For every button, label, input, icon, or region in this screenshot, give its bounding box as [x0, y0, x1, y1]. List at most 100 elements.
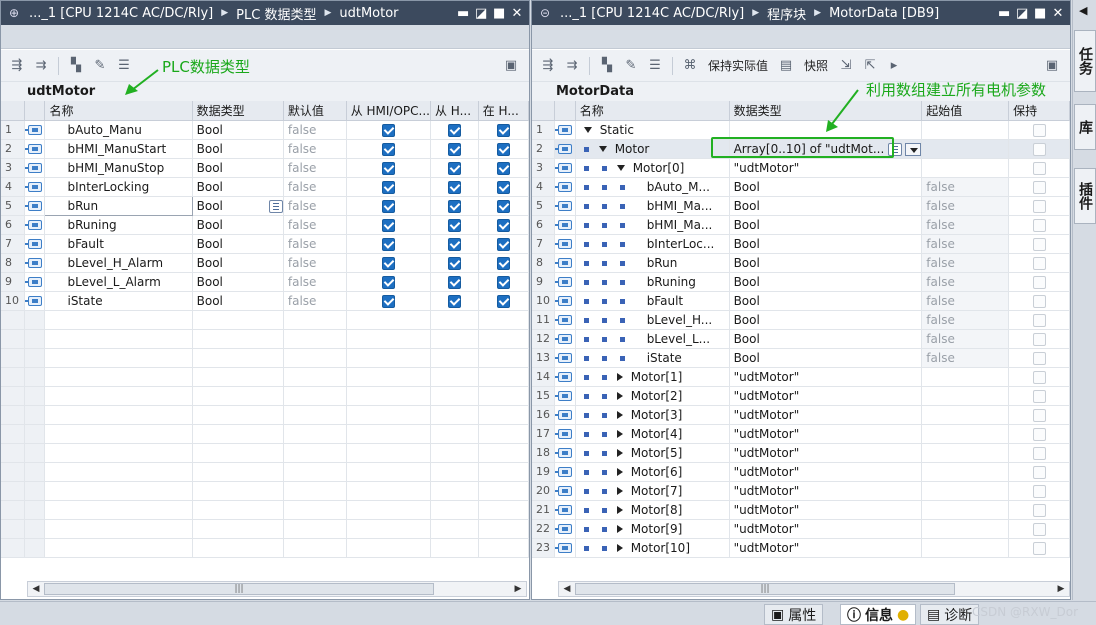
member-name-cell[interactable]: bFault — [575, 291, 730, 311]
table-row[interactable]: 3 bHMI_ManuStop Bool false — [1, 158, 529, 178]
table-row[interactable]: 8 bRun Bool false — [532, 253, 1070, 273]
table-row[interactable]: 4 bAuto_M... Bool false — [532, 177, 1070, 197]
right-hscrollbar[interactable]: ◀ ||| ▶ — [558, 581, 1070, 597]
member-start-value[interactable]: false — [921, 253, 1010, 273]
snapshot-button[interactable]: 快照 — [800, 57, 832, 74]
member-name-cell[interactable]: Motor — [575, 139, 730, 159]
table-row[interactable]: 11 bLevel_H... Bool false — [532, 310, 1070, 330]
breadcrumb-db[interactable]: MotorData [DB9] — [829, 6, 939, 21]
table-row[interactable]: 14 Motor[1] "udtMotor" — [532, 367, 1070, 387]
list-icon[interactable]: ☰ — [645, 56, 665, 76]
scroll-left-icon[interactable]: ◀ — [559, 582, 575, 596]
hmi-writable-checkbox[interactable] — [447, 180, 461, 194]
breadcrumb-device[interactable]: ..._1 [CPU 1214C AC/DC/Rly] — [560, 6, 744, 21]
expand-icon[interactable] — [616, 487, 623, 495]
member-name-cell[interactable]: bHMI_Ma... — [575, 196, 730, 216]
table-row[interactable]: 23 Motor[10] "udtMotor" — [532, 538, 1070, 558]
expand-icon[interactable] — [616, 544, 623, 552]
member-name[interactable]: bInterLocking — [44, 177, 193, 197]
member-name-cell[interactable]: bInterLoc... — [575, 234, 730, 254]
member-name-cell[interactable]: Static — [575, 120, 730, 140]
member-name[interactable]: bRun — [44, 195, 193, 216]
col-retain[interactable]: 保持 — [1008, 101, 1070, 121]
col-datatype[interactable]: 数据类型 — [729, 101, 923, 121]
col-name[interactable]: 名称 — [575, 101, 730, 121]
hmi-writable-checkbox[interactable] — [447, 218, 461, 232]
member-default[interactable]: false — [283, 253, 347, 273]
breadcrumb-device[interactable]: ..._1 [CPU 1214C AC/DC/Rly] — [29, 6, 213, 21]
type-list-icon[interactable] — [268, 199, 283, 213]
hmi-visible-checkbox[interactable] — [496, 256, 510, 270]
expand-icon[interactable] — [616, 392, 623, 400]
member-name[interactable]: bLevel_L_Alarm — [44, 272, 193, 292]
member-start-value[interactable] — [921, 120, 1010, 140]
float-icon[interactable]: ◪ — [475, 6, 487, 21]
member-start-value[interactable]: false — [921, 215, 1010, 235]
member-start-value[interactable]: false — [921, 196, 1010, 216]
member-default[interactable]: false — [283, 215, 347, 235]
member-type[interactable]: "udtMotor" — [729, 519, 923, 539]
col-name[interactable]: 名称 — [44, 101, 193, 121]
member-start-value[interactable] — [921, 481, 1010, 501]
member-name[interactable]: iState — [44, 291, 193, 311]
collapse-icon[interactable] — [583, 127, 592, 133]
member-type[interactable]: Bool — [729, 177, 923, 197]
hmi-writable-checkbox[interactable] — [447, 237, 461, 251]
table-row[interactable]: 20 Motor[7] "udtMotor" — [532, 481, 1070, 501]
hmi-writable-checkbox[interactable] — [447, 294, 461, 308]
col-start-value[interactable]: 起始值 — [921, 101, 1010, 121]
expand-icon[interactable] — [616, 506, 623, 514]
expand-icon[interactable]: ▚ — [66, 56, 86, 76]
minimize-icon[interactable]: ▬ — [457, 6, 469, 21]
member-start-value[interactable]: false — [921, 310, 1010, 330]
member-start-value[interactable] — [921, 538, 1010, 558]
expand-icon[interactable] — [616, 373, 623, 381]
member-start-value[interactable]: false — [921, 291, 1010, 311]
member-start-value[interactable]: false — [921, 329, 1010, 349]
hmi-accessible-checkbox[interactable] — [381, 142, 395, 156]
expand-icon[interactable] — [616, 525, 623, 533]
edit-icon[interactable]: ✎ — [621, 56, 641, 76]
member-type[interactable]: Bool — [729, 196, 923, 216]
left-hscrollbar[interactable]: ◀ ||| ▶ — [27, 581, 527, 597]
hmi-accessible-checkbox[interactable] — [381, 218, 395, 232]
float-icon[interactable]: ◪ — [1016, 6, 1028, 21]
member-name-cell[interactable]: bHMI_Ma... — [575, 215, 730, 235]
hmi-accessible-checkbox[interactable] — [381, 161, 395, 175]
hmi-visible-checkbox[interactable] — [496, 161, 510, 175]
tab-diagnostics[interactable]: ▤ 诊断 — [920, 604, 980, 625]
member-name-cell[interactable]: Motor[0] — [575, 158, 730, 178]
col-hmi-visible[interactable]: 在 H... — [478, 101, 529, 121]
member-type[interactable]: Bool — [192, 139, 284, 159]
member-name[interactable]: bLevel_H_Alarm — [44, 253, 193, 273]
member-type[interactable]: Bool — [729, 348, 923, 368]
collapse-icon[interactable] — [598, 146, 607, 152]
hmi-accessible-checkbox[interactable] — [381, 275, 395, 289]
hmi-writable-checkbox[interactable] — [447, 142, 461, 156]
member-type[interactable]: Bool — [729, 310, 923, 330]
member-type[interactable]: Bool — [192, 234, 284, 254]
member-start-value[interactable]: false — [921, 177, 1010, 197]
member-name-cell[interactable]: iState — [575, 348, 730, 368]
add-row-icon[interactable]: ⇉ — [31, 56, 51, 76]
hmi-accessible-checkbox[interactable] — [381, 123, 395, 137]
hmi-visible-checkbox[interactable] — [496, 218, 510, 232]
member-type[interactable]: Bool — [192, 272, 284, 292]
hmi-accessible-checkbox[interactable] — [381, 237, 395, 251]
table-row[interactable]: 6 bRuning Bool false — [1, 215, 529, 235]
add-row-icon[interactable]: ⇉ — [562, 56, 582, 76]
member-start-value[interactable] — [921, 424, 1010, 444]
member-type[interactable]: "udtMotor" — [729, 443, 923, 463]
member-name-cell[interactable]: Motor[10] — [575, 538, 730, 558]
member-type[interactable]: Bool — [192, 215, 284, 235]
table-row[interactable]: 7 bFault Bool false — [1, 234, 529, 254]
close-icon[interactable]: ✕ — [511, 6, 523, 21]
table-row[interactable]: 9 bLevel_L_Alarm Bool false — [1, 272, 529, 292]
member-type[interactable]: "udtMotor" — [729, 386, 923, 406]
member-start-value[interactable]: false — [921, 272, 1010, 292]
member-type[interactable]: "udtMotor" — [729, 462, 923, 482]
scroll-left-icon[interactable]: ◀ — [28, 582, 44, 596]
keep-actual-values-button[interactable]: 保持实际值 — [704, 57, 772, 74]
overview-icon[interactable]: ▣ — [501, 56, 521, 76]
member-start-value[interactable] — [921, 443, 1010, 463]
